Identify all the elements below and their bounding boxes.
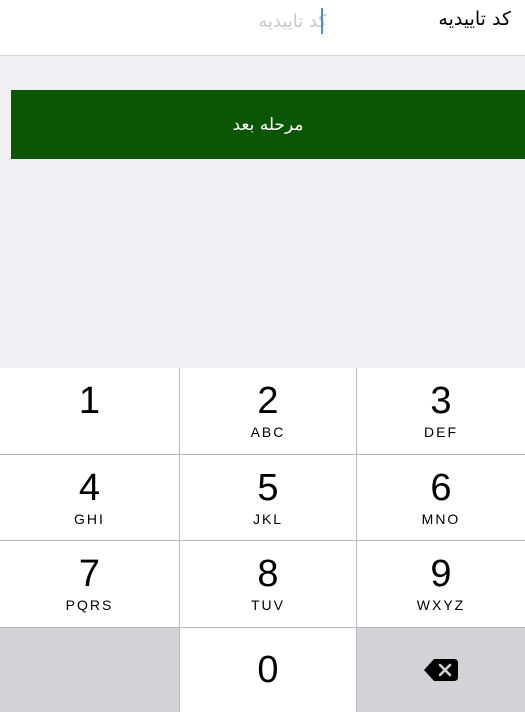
key-letters: WXYZ bbox=[416, 597, 466, 613]
key-digit: 4 bbox=[78, 466, 101, 509]
key-digit: 3 bbox=[430, 380, 452, 422]
key-digit: 2 bbox=[257, 380, 279, 422]
key-letters: PQRS bbox=[65, 597, 114, 613]
verification-screen: کد تاییدیه مرحله بعد 1 2 ABC 3 DEF 4 GHI… bbox=[0, 0, 525, 712]
key-letters: MNO bbox=[421, 510, 461, 527]
verification-code-label: کد تاییدیه bbox=[438, 8, 511, 30]
key-4[interactable]: 4 GHI bbox=[0, 455, 179, 540]
key-1[interactable]: 1 bbox=[0, 368, 179, 454]
key-letters: DEF bbox=[424, 424, 458, 440]
text-caret bbox=[321, 8, 323, 34]
numeric-keypad: 1 2 ABC 3 DEF 4 GHI 5 JKL 6 MNO 7 PQRS 8… bbox=[0, 368, 525, 712]
key-digit: 9 bbox=[430, 553, 452, 595]
key-2[interactable]: 2 ABC bbox=[180, 368, 356, 454]
key-7[interactable]: 7 PQRS bbox=[0, 541, 179, 627]
key-digit: 6 bbox=[430, 466, 452, 509]
key-digit: 0 bbox=[257, 649, 279, 691]
next-step-button[interactable]: مرحله بعد bbox=[11, 90, 525, 159]
verification-code-row: کد تاییدیه bbox=[0, 0, 525, 56]
backspace-icon bbox=[424, 659, 458, 681]
key-0[interactable]: 0 bbox=[180, 628, 356, 712]
key-3[interactable]: 3 DEF bbox=[357, 368, 525, 454]
key-5[interactable]: 5 JKL bbox=[180, 455, 356, 540]
key-digit: 1 bbox=[78, 380, 101, 422]
key-digit: 7 bbox=[78, 553, 101, 595]
verification-code-input[interactable] bbox=[217, 6, 327, 36]
key-letters: GHI bbox=[74, 510, 105, 527]
key-9[interactable]: 9 WXYZ bbox=[357, 541, 525, 627]
key-letters: JKL bbox=[252, 510, 284, 527]
key-letters: TUV bbox=[251, 597, 285, 613]
key-digit: 5 bbox=[257, 466, 279, 509]
key-6[interactable]: 6 MNO bbox=[357, 455, 525, 540]
key-letters: ABC bbox=[250, 424, 286, 440]
empty-key bbox=[0, 628, 179, 712]
delete-key[interactable] bbox=[357, 628, 525, 712]
key-digit: 8 bbox=[257, 553, 279, 595]
key-8[interactable]: 8 TUV bbox=[180, 541, 356, 627]
